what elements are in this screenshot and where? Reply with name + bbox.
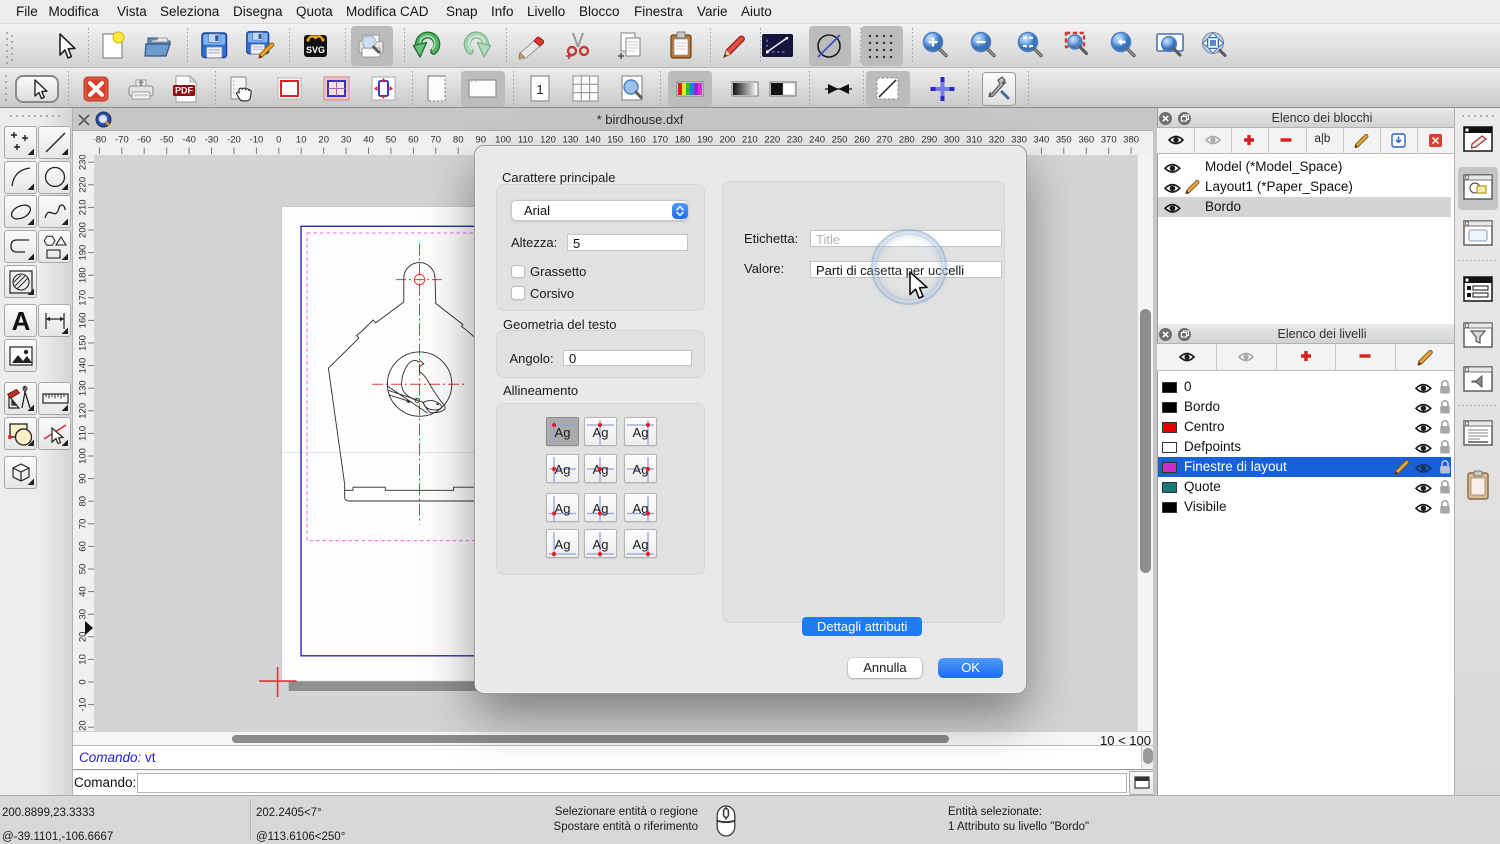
svg-text:270: 270 [876,135,892,146]
svg-text:30: 30 [341,135,352,146]
svg-text:150: 150 [607,135,623,146]
svg-text:Ag: Ag [555,462,571,477]
svg-text:180: 180 [78,267,89,283]
svg-text:A: A [11,306,30,336]
svg-text:-50: -50 [160,135,174,146]
svg-text:70: 70 [431,135,442,146]
svg-text:190: 190 [697,135,713,146]
svg-text:190: 190 [78,245,89,261]
svg-text:120: 120 [78,403,89,419]
svg-text:300: 300 [944,135,960,146]
svg-text:Ag: Ag [555,425,571,440]
svg-text:290: 290 [921,135,937,146]
svg-text:330: 330 [1011,135,1027,146]
svg-text:110: 110 [518,135,533,146]
svg-text:220: 220 [78,177,89,193]
svg-text:340: 340 [1033,135,1049,146]
svg-text:150: 150 [78,335,89,351]
svg-text:380: 380 [1123,135,1139,146]
svg-text:180: 180 [675,135,691,146]
svg-text:-40: -40 [182,135,196,146]
svg-text:100: 100 [495,135,511,146]
svg-text:Ag: Ag [555,537,571,552]
svg-text:0: 0 [78,679,89,684]
svg-text:-60: -60 [137,135,151,146]
svg-text:130: 130 [78,380,89,396]
svg-text:10: 10 [296,135,307,146]
svg-text:140: 140 [78,358,89,374]
svg-text:220: 220 [764,135,780,146]
svg-text:110: 110 [78,426,89,441]
svg-text:Ag: Ag [593,425,609,440]
svg-text:50: 50 [386,135,397,146]
svg-text:60: 60 [408,135,419,146]
svg-text:90: 90 [78,473,89,484]
svg-text:80: 80 [78,496,89,507]
svg-text:30: 30 [78,609,89,620]
svg-text:0: 0 [276,135,281,146]
svg-text:320: 320 [989,135,1005,146]
svg-text:-70: -70 [115,135,129,146]
svg-text:50: 50 [78,564,89,575]
svg-text:230: 230 [787,135,803,146]
svg-text:40: 40 [78,586,89,597]
svg-text:120: 120 [540,135,556,146]
svg-text:200: 200 [719,135,735,146]
svg-text:170: 170 [652,135,668,146]
svg-text:60: 60 [78,541,89,552]
svg-text:250: 250 [832,135,848,146]
svg-text:240: 240 [809,135,825,146]
svg-text:260: 260 [854,135,870,146]
svg-text:10: 10 [78,654,89,665]
svg-text:160: 160 [630,135,646,146]
svg-text:1: 1 [536,82,543,97]
svg-text:140: 140 [585,135,601,146]
svg-text:210: 210 [78,199,89,215]
svg-text:170: 170 [78,290,89,306]
svg-text:200: 200 [78,222,89,238]
svg-text:80: 80 [453,135,464,146]
svg-text:-80: -80 [94,135,106,146]
svg-text:PDF: PDF [175,86,194,96]
svg-text:160: 160 [78,312,89,328]
svg-text:Ag: Ag [633,537,649,552]
svg-text:Ag: Ag [555,501,571,516]
svg-text:90: 90 [475,135,486,146]
svg-text:370: 370 [1101,135,1117,146]
svg-text:-10: -10 [250,135,264,146]
svg-text:350: 350 [1056,135,1072,146]
svg-text:SVG: SVG [306,45,325,55]
svg-text:360: 360 [1078,135,1094,146]
svg-text:210: 210 [742,135,758,146]
svg-text:Ag: Ag [593,537,609,552]
svg-text:40: 40 [363,135,374,146]
svg-text:130: 130 [562,135,578,146]
svg-text:-10: -10 [78,698,89,712]
svg-text:-30: -30 [205,135,219,146]
svg-text:100: 100 [78,448,89,464]
svg-text:280: 280 [899,135,915,146]
svg-text:Ag: Ag [633,425,649,440]
svg-text:310: 310 [966,135,982,146]
svg-text:20: 20 [318,135,329,146]
svg-text:70: 70 [78,519,89,530]
svg-text:-20: -20 [227,135,241,146]
svg-text:230: 230 [78,155,89,170]
svg-text:-20: -20 [78,720,89,731]
